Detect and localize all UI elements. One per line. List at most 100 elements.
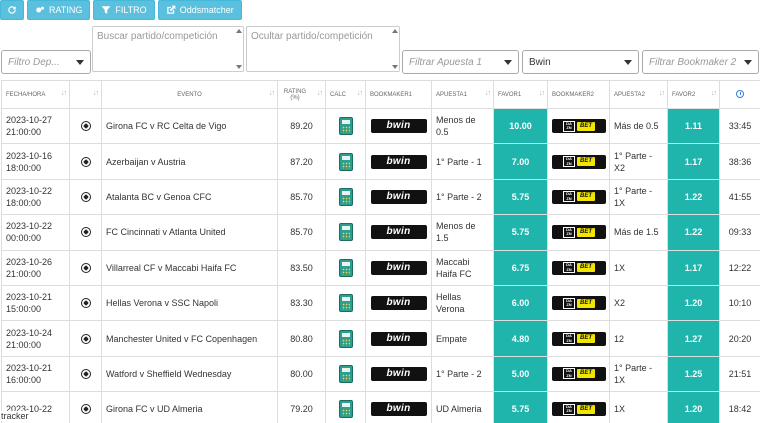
dazn-bet-logo[interactable]: DA ZN BET: [552, 225, 606, 240]
calc-cell[interactable]: [325, 143, 366, 180]
table-row[interactable]: 2023-10-22 18:00:00 Atalanta BC v Genoa CF…: [1, 178, 760, 216]
calc-cell[interactable]: [325, 214, 366, 251]
favor2-cell[interactable]: 1.17: [667, 249, 720, 286]
header-bookmaker1[interactable]: BOOKMAKER1: [365, 80, 432, 109]
bwin-logo[interactable]: bwin: [370, 402, 427, 417]
header-rating[interactable]: RATING (%) ↓↑: [277, 80, 326, 109]
table-row[interactable]: 2023-10-21 16:00:00 Watford v Sheffield We…: [1, 355, 760, 393]
calculator-icon[interactable]: [338, 258, 353, 277]
textarea-scrollbar[interactable]: [391, 28, 398, 70]
apuesta1-cell: Menos de 0.5: [431, 107, 494, 145]
apuesta1-cell: Menos de 1.5: [431, 214, 494, 251]
filtro-button[interactable]: FILTRO: [93, 0, 155, 20]
header-calc[interactable]: CALC ↓↑: [325, 80, 366, 109]
table-header-row: FECHA/HORA ↓↑ ↓↑ EVENTO ↓↑ RATING (%) ↓↑ CA…: [1, 80, 760, 109]
dazn-bet-logo[interactable]: DA ZN BET: [552, 331, 606, 346]
filter-icon: [101, 6, 111, 14]
header-evento[interactable]: EVENTO ↓↑: [101, 80, 278, 109]
dazn-logo-text: DA ZN: [563, 262, 575, 274]
bookmaker1-filter-select[interactable]: Bwin: [522, 50, 639, 74]
header-fecha[interactable]: FECHA/HORA ↓↑: [1, 80, 70, 109]
oddsmatcher-button-label: Oddsmatcher: [179, 5, 234, 15]
bwin-logo[interactable]: bwin: [370, 331, 427, 346]
bwin-logo[interactable]: bwin: [370, 225, 427, 240]
bwin-logo[interactable]: bwin: [370, 366, 427, 381]
calc-cell[interactable]: [325, 391, 366, 423]
favor2-cell[interactable]: 1.25: [667, 355, 720, 393]
favor2-cell[interactable]: 1.22: [667, 178, 720, 216]
table-row[interactable]: 2023-10-27 21:00:00 Girona FC v RC Celta d…: [1, 107, 760, 145]
bwin-logo[interactable]: bwin: [370, 154, 427, 169]
rating-cell: 83.50: [277, 249, 326, 286]
refresh-button[interactable]: [0, 0, 24, 20]
header-favor1[interactable]: FAVOR1 ↓↑: [493, 80, 548, 109]
dazn-bet-logo[interactable]: DA ZN BET: [552, 154, 606, 169]
header-sport[interactable]: ↓↑: [69, 80, 102, 109]
calc-cell[interactable]: [325, 320, 366, 357]
dazn-bet-logo[interactable]: DA ZN BET: [552, 366, 606, 381]
favor1-cell[interactable]: 7.00: [493, 143, 548, 180]
ocultar-partido-textarea[interactable]: Ocultar partido/competición: [246, 26, 400, 72]
table-row[interactable]: 2023-10-26 21:00:00 Villarreal CF v Maccab…: [1, 249, 760, 286]
table-row[interactable]: 2023-10-22 Girona FC v UD Almeria 79.20 bwi…: [1, 391, 760, 423]
favor2-cell[interactable]: 1.20: [667, 391, 720, 423]
dazn-bet-logo[interactable]: DA ZN BET: [552, 119, 606, 134]
favor1-cell[interactable]: 4.80: [493, 320, 548, 357]
header-clock[interactable]: [719, 80, 760, 109]
bookmaker2-cell: DA ZN BET: [547, 355, 610, 393]
calculator-icon[interactable]: [338, 294, 353, 313]
favor2-cell[interactable]: 1.27: [667, 320, 720, 357]
bwin-logo[interactable]: bwin: [370, 189, 427, 204]
rating-button[interactable]: RATING: [27, 0, 91, 20]
favor1-cell[interactable]: 10.00: [493, 107, 548, 145]
bookmaker2-cell: DA ZN BET: [547, 320, 610, 357]
favor1-cell[interactable]: 5.00: [493, 355, 548, 393]
apuesta1-filter-select[interactable]: Filtrar Apuesta 1: [402, 50, 519, 74]
calculator-icon[interactable]: [338, 400, 353, 419]
table-row[interactable]: 2023-10-21 15:00:00 Hellas Verona v SSC Na…: [1, 284, 760, 322]
table-row[interactable]: 2023-10-16 18:00:00 Azerbaijan v Austria 87…: [1, 143, 760, 180]
calc-cell[interactable]: [325, 249, 366, 286]
header-apuesta2[interactable]: APUESTA2 ↓↑: [609, 80, 668, 109]
bwin-logo[interactable]: bwin: [370, 296, 427, 311]
bwin-logo[interactable]: bwin: [370, 260, 427, 275]
dazn-bet-logo[interactable]: DA ZN BET: [552, 296, 606, 311]
favor1-cell[interactable]: 6.00: [493, 284, 548, 322]
dazn-bet-logo[interactable]: DA ZN BET: [552, 260, 606, 275]
favor1-cell[interactable]: 6.75: [493, 249, 548, 286]
calculator-icon[interactable]: [338, 117, 353, 136]
favor2-cell[interactable]: 1.17: [667, 143, 720, 180]
table-row[interactable]: 2023-10-24 21:00:00 Manchester United v FC…: [1, 320, 760, 357]
calculator-icon[interactable]: [338, 187, 353, 206]
deporte-filter-select[interactable]: Filtro Dep...: [1, 50, 91, 74]
favor2-cell[interactable]: 1.20: [667, 284, 720, 322]
calculator-icon[interactable]: [338, 223, 353, 242]
buscar-partido-textarea[interactable]: Buscar partido/competición: [92, 26, 244, 72]
calc-cell[interactable]: [325, 284, 366, 322]
chevron-down-icon: [624, 59, 632, 65]
header-favor2[interactable]: FAVOR2 ↓↑: [667, 80, 720, 109]
dazn-bet-logo[interactable]: DA ZN BET: [552, 189, 606, 204]
favor2-cell[interactable]: 1.11: [667, 107, 720, 145]
calculator-icon[interactable]: [338, 152, 353, 171]
textarea-scrollbar[interactable]: [235, 28, 242, 70]
favor1-cell[interactable]: 5.75: [493, 178, 548, 216]
favor1-cell[interactable]: 5.75: [493, 391, 548, 423]
apuesta1-cell: 1° Parte - 2: [431, 355, 494, 393]
calc-cell[interactable]: [325, 178, 366, 216]
bookmaker2-filter-select[interactable]: Filtrar Bookmaker 2: [642, 50, 759, 74]
calc-cell[interactable]: [325, 107, 366, 145]
calc-cell[interactable]: [325, 355, 366, 393]
date-text: 2023-10-24: [6, 327, 53, 338]
favor2-cell[interactable]: 1.22: [667, 214, 720, 251]
oddsmatcher-button[interactable]: Oddsmatcher: [157, 0, 242, 20]
clock-cell: 41:55: [719, 178, 760, 216]
calculator-icon[interactable]: [338, 364, 353, 383]
calculator-icon[interactable]: [338, 329, 353, 348]
favor1-cell[interactable]: 5.75: [493, 214, 548, 251]
dazn-bet-logo[interactable]: DA ZN BET: [552, 402, 606, 417]
header-bookmaker2[interactable]: BOOKMAKER2: [547, 80, 610, 109]
header-apuesta1[interactable]: APUESTA1 ↓↑: [431, 80, 494, 109]
table-row[interactable]: 2023-10-22 00:00:00 FC Cincinnati v Atlant…: [1, 214, 760, 251]
bwin-logo[interactable]: bwin: [370, 119, 427, 134]
